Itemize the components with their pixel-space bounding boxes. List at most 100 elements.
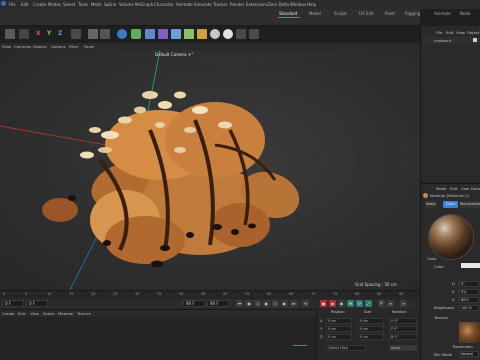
attr-menu-edit[interactable]: Edit xyxy=(450,186,457,191)
mm-menu-texture[interactable]: Texture xyxy=(77,311,91,316)
go-to-end-button[interactable]: ⏭ xyxy=(290,300,297,307)
render-settings-icon[interactable] xyxy=(100,29,110,39)
spline-pen-icon[interactable] xyxy=(131,29,141,39)
layout-tab-uv-edit[interactable]: UV Edit xyxy=(359,11,374,16)
3d-viewport[interactable]: Default Camera ✦° Grid Spacing : 50 cm xyxy=(0,50,420,290)
layout-tab-paint[interactable]: Paint xyxy=(385,11,395,16)
viewport-menu-cameras[interactable]: Cameras xyxy=(14,44,31,49)
viewport-menu-options[interactable]: Options xyxy=(51,44,66,49)
menu-edit[interactable]: Edit xyxy=(21,2,29,7)
viewport-menu-panel[interactable]: Panel xyxy=(84,44,94,49)
x-axis-lock-icon[interactable]: X xyxy=(36,30,41,37)
brightness-field[interactable]: 100 % xyxy=(459,305,479,311)
attr-menu-mode[interactable]: Mode xyxy=(436,186,446,191)
keyframe-selection-button[interactable]: ◆ xyxy=(338,300,345,307)
y-axis-lock-icon[interactable]: Y xyxy=(47,30,51,37)
cube-object-icon[interactable] xyxy=(117,29,127,39)
menu-help[interactable]: Help xyxy=(307,2,316,7)
menu-modes[interactable]: Modes xyxy=(48,2,61,7)
menu-volume[interactable]: Volume xyxy=(119,2,134,7)
menu-mesh[interactable]: Mesh xyxy=(91,2,102,7)
menu-zero-delta[interactable]: Zero Delta xyxy=(268,2,289,7)
position-y-field[interactable]: 0 cm xyxy=(326,326,352,332)
position-x-field[interactable]: 0 cm xyxy=(326,318,352,324)
coordinate-mode-select[interactable]: Object (Rel) xyxy=(326,345,366,351)
layout-tab-sculpt[interactable]: Sculpt xyxy=(334,11,347,16)
key-pla-button[interactable]: ≡ xyxy=(387,300,394,307)
tab-basic[interactable]: Basic xyxy=(425,201,437,208)
color-swatch[interactable] xyxy=(461,263,480,268)
tab-illumination[interactable]: Illumination xyxy=(460,201,480,208)
next-frame-button[interactable]: ▷ xyxy=(272,300,279,307)
menu-select[interactable]: Select xyxy=(63,2,75,7)
rotation-b-field[interactable]: B 0° xyxy=(389,334,417,340)
layout-tab-model[interactable]: Model xyxy=(309,11,321,16)
apply-button[interactable]: Apply xyxy=(389,345,417,351)
light-icon[interactable] xyxy=(223,29,233,39)
layout-tab-animate[interactable]: Animate xyxy=(434,11,451,16)
camera-icon[interactable] xyxy=(210,29,220,39)
previous-frame-button[interactable]: ◁ xyxy=(254,300,261,307)
go-to-start-button[interactable]: ⏮ xyxy=(236,300,243,307)
object-name[interactable]: croissant xyxy=(434,38,451,43)
rotation-p-field[interactable]: P 0° xyxy=(389,326,417,332)
mm-menu-edit[interactable]: Edit xyxy=(18,311,25,316)
key-position-button[interactable]: ✥ xyxy=(347,300,354,307)
menu-extensions[interactable]: Extensions xyxy=(246,2,268,7)
attr-menu-user-data[interactable]: User Data xyxy=(461,186,480,191)
current-frame-field[interactable]: 0 F xyxy=(2,300,24,307)
end-frame-field[interactable]: 90 F xyxy=(183,300,205,307)
play-button[interactable]: ▶ xyxy=(263,300,270,307)
deformer-icon[interactable] xyxy=(184,29,194,39)
key-param-button[interactable]: P xyxy=(378,300,385,307)
mm-menu-view[interactable]: View xyxy=(30,311,39,316)
object-row[interactable] xyxy=(423,37,480,44)
menu-simulate[interactable]: Simulate xyxy=(194,2,212,7)
mm-menu-material[interactable]: Material xyxy=(58,311,73,316)
record-button[interactable]: ● xyxy=(320,300,327,307)
key-rotation-button[interactable]: ⟳ xyxy=(356,300,363,307)
start-frame-field[interactable]: 0 F xyxy=(26,300,48,307)
menu-render[interactable]: Render xyxy=(230,2,244,7)
menu-mograph[interactable]: MoGraph xyxy=(135,2,153,7)
color-h-field[interactable]: 0° xyxy=(459,281,479,287)
om-menu-view[interactable]: View xyxy=(456,30,465,35)
position-z-field[interactable]: 0 cm xyxy=(326,334,352,340)
menu-window[interactable]: Window xyxy=(290,2,306,7)
color-s-field[interactable]: 0% xyxy=(459,289,479,295)
layout-tab-standard[interactable]: Standard xyxy=(279,11,297,16)
viewport-menu-display[interactable]: Display xyxy=(33,44,47,49)
mm-menu-select[interactable]: Select xyxy=(43,311,55,316)
environment-icon[interactable] xyxy=(197,29,207,39)
size-x-field[interactable]: 0 cm xyxy=(358,318,384,324)
autokey-button[interactable]: ◉ xyxy=(329,300,336,307)
layout-tab-node[interactable]: Node xyxy=(460,11,470,16)
camera-label[interactable]: Default Camera ✦° xyxy=(155,52,193,57)
key-scale-button[interactable]: ⤢ xyxy=(365,300,372,307)
subdivision-icon[interactable] xyxy=(145,29,155,39)
timeline-menu-button[interactable]: ≡ xyxy=(400,300,407,307)
z-axis-lock-icon[interactable]: Z xyxy=(58,30,62,37)
snap-icon[interactable] xyxy=(249,29,259,39)
mm-menu-create[interactable]: Create xyxy=(2,311,15,316)
scrubber[interactable] xyxy=(293,345,307,346)
menu-tools[interactable]: Tools xyxy=(78,2,88,7)
size-y-field[interactable]: 0 cm xyxy=(358,326,384,332)
render-view-icon[interactable] xyxy=(88,29,98,39)
previous-key-button[interactable]: ◀ xyxy=(245,300,252,307)
color-v-field[interactable]: 80% xyxy=(459,297,479,303)
size-z-field[interactable]: 0 cm xyxy=(358,334,384,340)
rotation-h-field[interactable]: H 0° xyxy=(389,318,417,324)
scene-icon[interactable] xyxy=(236,29,246,39)
array-icon[interactable] xyxy=(158,29,168,39)
menu-animate[interactable]: Animate xyxy=(176,2,193,7)
viewport-menu-view[interactable]: View xyxy=(2,44,11,49)
move-tool-icon[interactable] xyxy=(5,29,15,39)
coordinate-system-icon[interactable] xyxy=(71,29,81,39)
mix-mode-select[interactable]: Normal xyxy=(459,351,479,357)
menu-character[interactable]: Character xyxy=(154,2,174,7)
viewport-menu-filter[interactable]: Filter xyxy=(69,44,78,49)
layout-tab-rigging[interactable]: Rigging xyxy=(405,11,420,16)
select-tool-icon[interactable] xyxy=(19,29,29,39)
loop-button[interactable]: ⟲ xyxy=(302,300,309,307)
